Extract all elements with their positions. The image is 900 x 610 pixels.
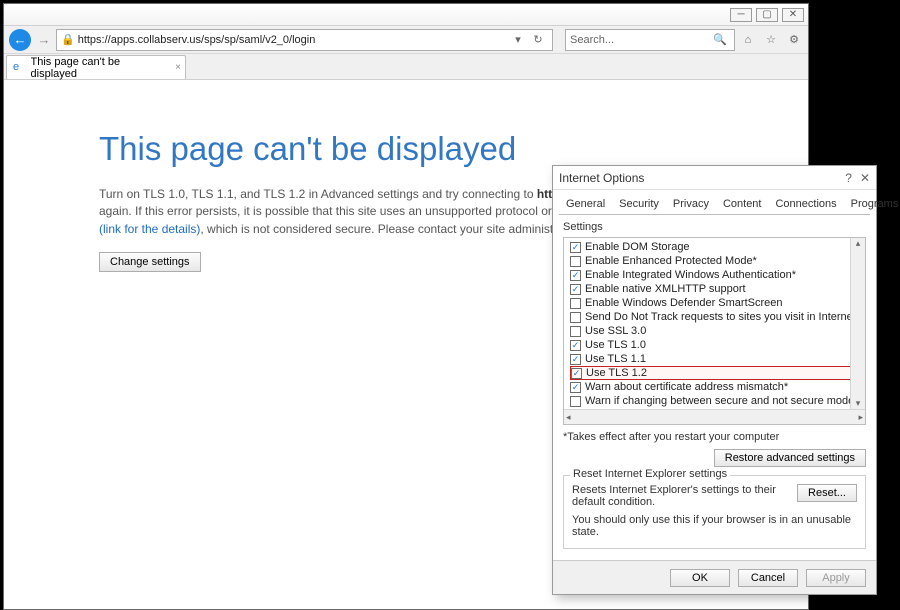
dialog-titlebar: Internet Options ? ✕: [553, 166, 876, 190]
settings-label: Settings: [563, 221, 866, 233]
settings-row[interactable]: ✓ Use TLS 1.2: [570, 366, 861, 380]
window-titlebar: ─ ▢ ✕: [4, 4, 808, 26]
nav-bar: ← → 🔒 https://apps.collabserv.us/sps/sp/…: [4, 26, 808, 54]
url-dropdown-icon[interactable]: ▾: [510, 32, 526, 48]
reset-group-legend: Reset Internet Explorer settings: [570, 468, 730, 480]
search-box[interactable]: Search... 🔍: [565, 29, 735, 51]
settings-row-label: Enable native XMLHTTP support: [585, 283, 746, 295]
window-close-button[interactable]: ✕: [782, 8, 804, 22]
ok-button[interactable]: OK: [670, 569, 730, 587]
settings-row-label: Use TLS 1.2: [586, 367, 647, 379]
settings-row[interactable]: Warn if changing between secure and not …: [570, 394, 861, 408]
settings-checkbox[interactable]: ✓: [570, 242, 581, 253]
dialog-footer: OK Cancel Apply: [553, 560, 876, 594]
apply-button[interactable]: Apply: [806, 569, 866, 587]
settings-row[interactable]: ✓ Enable Integrated Windows Authenticatio…: [570, 268, 861, 282]
restore-advanced-settings-button[interactable]: Restore advanced settings: [714, 449, 866, 467]
dialog-close-icon[interactable]: ✕: [860, 171, 870, 185]
refresh-icon[interactable]: ↻: [530, 32, 546, 48]
settings-row-label: Warn if changing between secure and not …: [585, 395, 854, 407]
settings-checkbox[interactable]: ✓: [570, 340, 581, 351]
settings-row-label: Use TLS 1.0: [585, 339, 646, 351]
settings-checkbox[interactable]: ✓: [570, 270, 581, 281]
dialog-tab-privacy[interactable]: Privacy: [666, 194, 716, 214]
settings-row-label: Enable Enhanced Protected Mode*: [585, 255, 757, 267]
dialog-tab-content[interactable]: Content: [716, 194, 769, 214]
forward-button[interactable]: →: [35, 31, 53, 49]
settings-checkbox[interactable]: ✓: [570, 284, 581, 295]
settings-row[interactable]: Enable Windows Defender SmartScreen: [570, 296, 861, 310]
favorites-icon[interactable]: ☆: [763, 32, 779, 48]
restart-note: *Takes effect after you restart your com…: [563, 431, 866, 443]
dialog-tabs: GeneralSecurityPrivacyContentConnections…: [559, 194, 870, 215]
settings-checkbox[interactable]: [570, 326, 581, 337]
settings-row[interactable]: ✓ Enable native XMLHTTP support: [570, 282, 861, 296]
tab-close-icon[interactable]: ×: [175, 62, 181, 73]
settings-horizontal-scrollbar[interactable]: ◂▸: [564, 409, 865, 424]
search-icon[interactable]: 🔍: [712, 32, 728, 48]
settings-row-label: Enable DOM Storage: [585, 241, 690, 253]
back-button[interactable]: ←: [8, 29, 32, 51]
settings-row-label: Enable Integrated Windows Authentication…: [585, 269, 796, 281]
dialog-tab-connections[interactable]: Connections: [768, 194, 843, 214]
settings-row-label: Use SSL 3.0: [585, 325, 646, 337]
search-placeholder: Search...: [570, 34, 710, 46]
reset-group: Reset Internet Explorer settings Resets …: [563, 475, 866, 549]
dialog-body: Settings ✓ Enable DOM Storage Enable Enhan…: [553, 215, 876, 553]
page-heading: This page can't be displayed: [99, 130, 708, 168]
cancel-button[interactable]: Cancel: [738, 569, 798, 587]
reset-note: You should only use this if your browser…: [572, 514, 857, 538]
lock-icon: 🔒: [61, 33, 75, 46]
settings-vertical-scrollbar[interactable]: ▴▾: [850, 238, 865, 409]
settings-row[interactable]: Send Do Not Track requests to sites you …: [570, 310, 861, 324]
tab-strip: e This page can't be displayed ×: [4, 54, 808, 80]
settings-row-label: Send Do Not Track requests to sites you …: [585, 311, 865, 323]
settings-checkbox[interactable]: [570, 256, 581, 267]
dialog-tab-general[interactable]: General: [559, 194, 612, 214]
tab-title: This page can't be displayed: [31, 56, 165, 80]
settings-checkbox[interactable]: ✓: [570, 354, 581, 365]
change-settings-button[interactable]: Change settings: [99, 252, 201, 272]
dialog-tab-security[interactable]: Security: [612, 194, 666, 214]
dialog-title: Internet Options: [559, 171, 644, 185]
settings-row-label: Enable Windows Defender SmartScreen: [585, 297, 782, 309]
settings-row[interactable]: ✓ Use TLS 1.0: [570, 338, 861, 352]
settings-checkbox[interactable]: [570, 396, 581, 407]
address-bar[interactable]: 🔒 https://apps.collabserv.us/sps/sp/saml…: [56, 29, 553, 51]
reset-button[interactable]: Reset...: [797, 484, 857, 502]
settings-checkbox[interactable]: [570, 312, 581, 323]
settings-row[interactable]: Enable Enhanced Protected Mode*: [570, 254, 861, 268]
window-maximize-button[interactable]: ▢: [756, 8, 778, 22]
settings-checkbox[interactable]: [570, 298, 581, 309]
url-text: https://apps.collabserv.us/sps/sp/saml/v…: [78, 34, 508, 46]
ie-favicon-icon: e: [13, 61, 27, 75]
settings-listbox[interactable]: ✓ Enable DOM Storage Enable Enhanced Prote…: [563, 237, 866, 425]
settings-row[interactable]: ✓ Use TLS 1.1: [570, 352, 861, 366]
browser-tab[interactable]: e This page can't be displayed ×: [6, 55, 186, 79]
settings-checkbox[interactable]: ✓: [571, 368, 582, 379]
reset-description: Resets Internet Explorer's settings to t…: [572, 484, 791, 508]
window-minimize-button[interactable]: ─: [730, 8, 752, 22]
settings-row[interactable]: ✓ Enable DOM Storage: [570, 240, 861, 254]
settings-checkbox[interactable]: ✓: [570, 382, 581, 393]
dialog-tab-programs[interactable]: Programs: [844, 194, 900, 214]
internet-options-dialog: Internet Options ? ✕ GeneralSecurityPriv…: [552, 165, 877, 595]
settings-row[interactable]: Use SSL 3.0: [570, 324, 861, 338]
settings-row[interactable]: ✓ Warn about certificate address mismatch…: [570, 380, 861, 394]
settings-row-label: Use TLS 1.1: [585, 353, 646, 365]
details-link[interactable]: (link for the details): [99, 222, 200, 236]
tools-gear-icon[interactable]: ⚙: [786, 32, 802, 48]
settings-row-label: Warn about certificate address mismatch*: [585, 381, 788, 393]
dialog-help-icon[interactable]: ?: [845, 171, 852, 185]
home-icon[interactable]: ⌂: [740, 32, 756, 48]
